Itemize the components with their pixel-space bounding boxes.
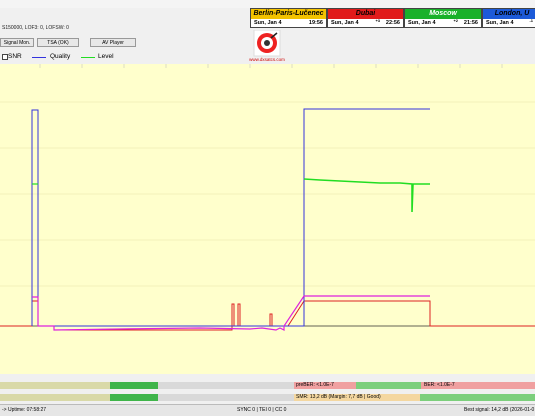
legend-level: Level	[98, 53, 114, 60]
tsa-button[interactable]: TSA (OK)	[37, 38, 79, 47]
bar-segment	[0, 382, 110, 389]
tuner-parameters: S150000, LOF3: 0, LOFSW: 0	[2, 25, 69, 31]
clock-day: Sun, Jan 4	[486, 20, 514, 26]
smr-label: SMR: 13,2 dB (Margin: 7,7 dB | Good)	[296, 394, 381, 400]
best-signal-text: Best signal: 14,2 dB (2026-01-0	[464, 407, 535, 413]
signal-plot	[0, 64, 535, 374]
clock-offset: -1	[529, 18, 533, 23]
bar-segment	[0, 394, 110, 401]
clock-day: Sun, Jan 4	[331, 20, 359, 26]
clock-berlin: Berlin-Paris-Lučenec Sun, Jan 4 19:56	[250, 8, 327, 28]
clock-city: Berlin-Paris-Lučenec	[251, 9, 326, 19]
signal-graph	[0, 64, 535, 374]
bar-segment	[110, 394, 158, 401]
clock-london: London, U Sun, Jan 4-11	[482, 8, 535, 28]
clock-offset: +2	[453, 18, 458, 23]
clock-day: Sun, Jan 4	[408, 20, 436, 26]
clock-offset: +3	[375, 18, 380, 23]
smr-bar: SMR: 13,2 dB (Margin: 7,7 dB | Good)	[0, 394, 535, 401]
clock-moscow: Moscow Sun, Jan 4 +2 21:56	[404, 8, 482, 28]
clock-time: 19:56	[308, 20, 323, 26]
clock-city: London, U	[483, 9, 535, 19]
ber-bar: preBER: <1.0E-7 BER: <1.0E-7	[0, 382, 535, 389]
bar-segment	[110, 382, 158, 389]
av-player-button[interactable]: AV Player	[90, 38, 136, 47]
sync-text: SYNC 0 | TEI 0 | CC 0	[237, 407, 287, 413]
quality-legend-line	[32, 57, 46, 58]
signal-monitor-button[interactable]: Signal Mon.	[0, 38, 34, 47]
clock-city: Moscow	[405, 9, 481, 19]
bar-segment	[158, 394, 294, 401]
clock-city: Dubai	[328, 9, 403, 19]
bar-segment	[356, 382, 421, 389]
status-bar: -> Uptime: 07:58:27 SYNC 0 | TEI 0 | CC …	[0, 404, 535, 416]
bar-segment	[420, 394, 535, 401]
plot-background	[0, 64, 535, 374]
clock-day: Sun, Jan 4	[254, 20, 282, 26]
uptime-text: -> Uptime: 07:58:27	[2, 407, 47, 413]
ber-label: BER: <1.0E-7	[424, 382, 455, 388]
legend-quality: Quality	[50, 53, 71, 60]
chart-legend: SNR Quality Level	[0, 53, 535, 63]
preber-label: preBER: <1.0E-7	[296, 382, 334, 388]
title-bar	[0, 0, 535, 8]
clock-dubai: Dubai Sun, Jan 4 +3 22:56	[327, 8, 404, 28]
legend-snr: SNR	[8, 53, 22, 60]
clock-time: 22:56	[385, 20, 400, 26]
clock-time: 21:56	[463, 20, 478, 26]
level-legend-line	[81, 57, 95, 58]
bar-segment	[158, 382, 294, 389]
